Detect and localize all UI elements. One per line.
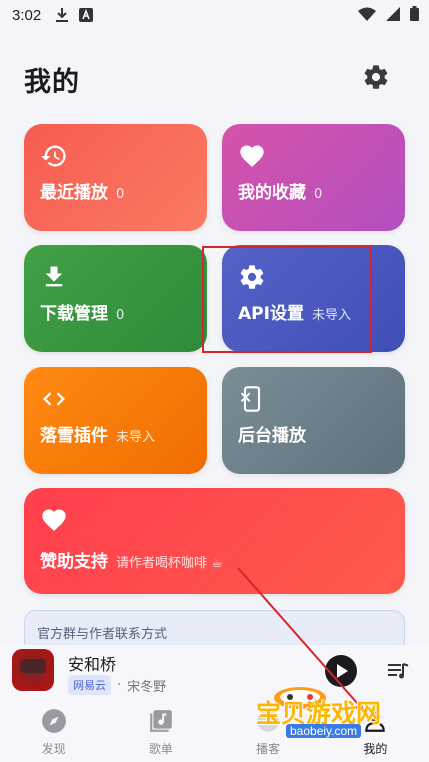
favorites-card[interactable]: 我的收藏 0 [222,124,405,231]
status-bar: 3:02 [0,0,429,30]
app-status-icon [79,8,94,22]
battery-icon [410,6,419,21]
nav-mine[interactable]: 我的 [335,703,415,757]
background-play-label: 后台播放 [238,426,306,446]
nav-podcasts[interactable]: 播客 [228,703,308,757]
luoxue-plugin-card[interactable]: 落雪插件 未导入 [24,367,207,474]
bottom-nav: 发现 歌单 播客 我的 [0,703,429,762]
album-icon [150,710,172,732]
gear-icon [240,265,264,289]
api-settings-label: API设置 [238,304,304,324]
api-settings-card[interactable]: API设置 未导入 [222,245,405,352]
source-badge: 网易云 [68,675,111,695]
podcast-icon [257,710,279,732]
song-artist: 宋冬野 [127,679,167,695]
luoxue-plugin-label: 落雪插件 [40,426,108,446]
settings-gear-icon[interactable] [362,63,390,91]
download-icon [45,266,63,287]
nav-playlists-label: 歌单 [148,742,173,756]
album-cover[interactable] [12,649,54,691]
favorites-count: 0 [314,187,323,202]
nav-podcasts-label: 播客 [256,742,281,756]
playlist-queue-icon[interactable] [386,659,410,683]
meta-separator: · [117,677,122,693]
cellular-icon [386,6,400,21]
play-button[interactable] [325,655,357,687]
code-icon [43,392,65,406]
download-status-icon [56,8,69,22]
phone-off-icon [240,386,261,412]
download-manager-label: 下载管理 [40,304,108,324]
heart-icon [240,145,264,167]
status-time: 3:02 [12,6,42,24]
background-play-card[interactable]: 后台播放 [222,367,405,474]
history-icon [41,145,66,167]
download-manager-count: 0 [116,308,125,323]
song-title: 安和桥 [68,655,117,674]
donate-label: 赞助支持 [40,552,108,572]
person-icon [365,711,386,732]
favorites-label: 我的收藏 [238,183,306,203]
nav-mine-label: 我的 [363,742,388,756]
recent-plays-count: 0 [116,187,125,202]
page-title: 我的 [24,67,80,98]
compass-icon [41,709,66,733]
luoxue-plugin-status: 未导入 [116,430,156,445]
wifi-icon [358,7,376,21]
nav-discover[interactable]: 发现 [14,703,94,757]
recent-plays-label: 最近播放 [40,183,108,203]
donate-subtitle: 请作者喝杯咖啡 ☕ [116,556,223,571]
heart-icon [42,509,66,531]
contact-label: 官方群与作者联系方式 [37,627,168,642]
nav-discover-label: 发现 [41,742,66,756]
api-settings-status: 未导入 [311,308,351,323]
donate-card[interactable]: 赞助支持 请作者喝杯咖啡 ☕ [24,488,405,594]
download-manager-card[interactable]: 下载管理 0 [24,245,207,352]
recent-plays-card[interactable]: 最近播放 0 [24,124,207,231]
nav-playlists[interactable]: 歌单 [121,703,201,757]
mini-player[interactable]: 安和桥 网易云 · 宋冬野 [0,645,429,703]
